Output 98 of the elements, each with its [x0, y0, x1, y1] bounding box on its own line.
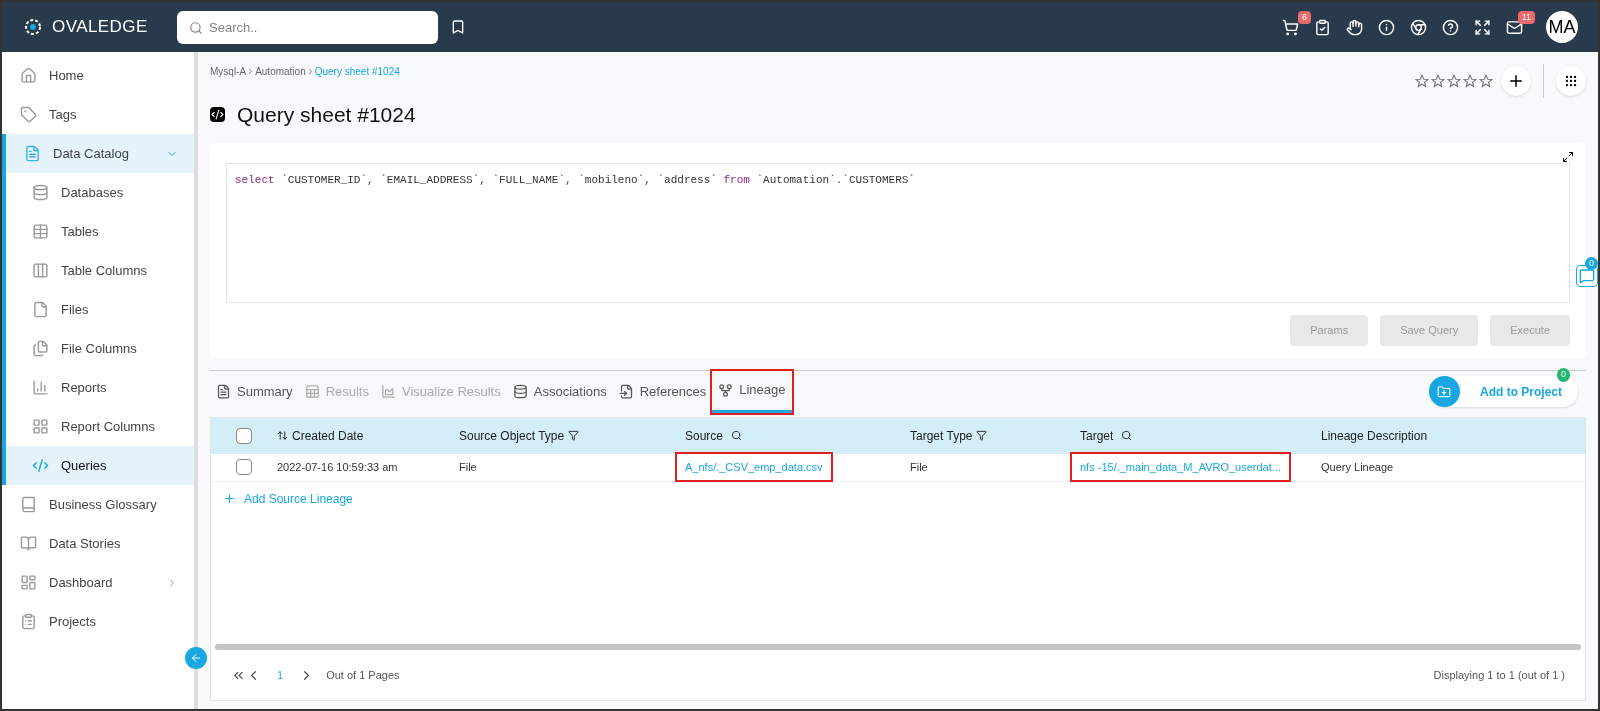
- sidebar-item[interactable]: Files: [6, 290, 194, 329]
- expand-icon[interactable]: [1474, 18, 1491, 36]
- logo-icon: [22, 16, 44, 38]
- comment-badge: 0: [1585, 256, 1598, 270]
- table-cell-text: Query Lineage: [1321, 459, 1394, 475]
- sidebar-item[interactable]: Reports: [6, 368, 194, 407]
- database-icon: [512, 384, 528, 399]
- star-icon: [1463, 74, 1477, 88]
- chart-icon: [381, 384, 396, 399]
- column-header: Source: [685, 427, 724, 445]
- search-field[interactable]: Search..: [177, 10, 438, 44]
- hand-icon[interactable]: [1346, 18, 1363, 36]
- query-icon: [210, 107, 225, 123]
- results-icon: [304, 384, 320, 399]
- bookmark-icon[interactable]: [450, 19, 466, 35]
- stories-icon: [20, 535, 37, 552]
- tab[interactable]: Lineage: [712, 370, 792, 413]
- apps-button[interactable]: [1556, 66, 1586, 96]
- browser-icon[interactable]: [1410, 18, 1427, 36]
- query-editor[interactable]: select `CUSTOMER_ID`, `EMAIL_ADDRESS`, `FULL_NAME`, `mobileno`, `address` from `Automation`.`CUSTOMERS`: [226, 162, 1570, 303]
- folder-plus-icon: [1429, 376, 1460, 407]
- sidebar-item[interactable]: Queries: [6, 446, 194, 485]
- mail-icon[interactable]: [1506, 18, 1523, 36]
- column-header: Target: [1080, 427, 1114, 445]
- column-header: Created Date: [292, 427, 364, 445]
- column-header: Source Object Type: [459, 427, 565, 445]
- table-icon: [32, 223, 49, 240]
- sidebar-item[interactable]: Data Catalog: [6, 134, 194, 173]
- cart-icon[interactable]: [1282, 18, 1299, 36]
- info-icon[interactable]: [1378, 18, 1395, 36]
- columns-icon: [32, 262, 49, 279]
- grid-icon: [1564, 74, 1578, 88]
- table-cell-text: File: [910, 459, 928, 475]
- select-all-checkbox[interactable]: [236, 427, 252, 444]
- database-icon: [32, 184, 49, 201]
- dashboard-icon: [20, 574, 37, 591]
- sidebar-item[interactable]: File Columns: [6, 329, 194, 368]
- search-icon[interactable]: [731, 430, 743, 441]
- filter-icon[interactable]: [976, 430, 988, 441]
- sidebar-item[interactable]: Tables: [6, 212, 194, 251]
- reportcols-icon: [32, 418, 49, 435]
- query-icon: [32, 457, 49, 474]
- project-badge: 0: [1557, 368, 1570, 382]
- star-icon: [1415, 74, 1429, 88]
- sidebar-item[interactable]: Report Columns: [6, 407, 194, 446]
- page-title: Query sheet #1024: [237, 102, 416, 128]
- table-cell-text: 2022-07-16 10:59:33 am: [277, 459, 398, 475]
- help-icon[interactable]: [1442, 18, 1459, 36]
- add-button[interactable]: [1501, 66, 1531, 96]
- plus-icon: [1507, 72, 1525, 90]
- report-icon: [32, 379, 49, 396]
- sidebar-item[interactable]: Projects: [2, 602, 194, 641]
- column-header: Target Type: [910, 427, 973, 445]
- book-icon: [20, 496, 37, 513]
- star-icon: [1479, 74, 1493, 88]
- column-header: Lineage Description: [1321, 427, 1428, 445]
- sidebar-item[interactable]: Table Columns: [6, 251, 194, 290]
- sidebar-item[interactable]: Data Stories: [2, 524, 194, 563]
- search-icon[interactable]: [1121, 430, 1133, 441]
- file-icon: [32, 301, 49, 318]
- catalog-icon: [24, 145, 41, 162]
- plus-icon: [223, 492, 236, 505]
- logo-text: OVALEDGE: [52, 16, 148, 39]
- tag-icon: [20, 106, 37, 123]
- expand-icon[interactable]: [1562, 150, 1574, 163]
- files-icon: [32, 340, 49, 357]
- display-count: Displaying 1 to 1 (out of 1 ): [1433, 667, 1565, 683]
- sidebar-item[interactable]: Home: [2, 56, 194, 95]
- collapse-button[interactable]: [185, 647, 207, 669]
- home-icon: [20, 67, 37, 84]
- breadcrumb-link[interactable]: Automation: [255, 64, 306, 79]
- sidebar-item[interactable]: Tags: [2, 95, 194, 134]
- summary-icon: [216, 384, 231, 399]
- references-icon: [618, 384, 634, 399]
- tab[interactable]: References: [612, 370, 713, 413]
- search-icon: [189, 20, 203, 35]
- star-rating[interactable]: [1415, 74, 1493, 88]
- star-icon: [1431, 74, 1445, 88]
- tab[interactable]: Summary: [210, 370, 299, 413]
- arrow-left-icon: [190, 652, 202, 664]
- breadcrumb-link[interactable]: Mysql-A: [210, 64, 247, 79]
- cart-badge: 6: [1298, 10, 1311, 24]
- lineage-icon: [718, 382, 734, 398]
- row-checkbox[interactable]: [236, 459, 252, 475]
- tab[interactable]: Associations: [506, 370, 613, 413]
- avatar[interactable]: MA: [1546, 11, 1578, 43]
- sidebar-item[interactable]: Dashboard: [2, 563, 194, 602]
- page-count: Out of 1 Pages: [326, 667, 400, 683]
- comment-icon[interactable]: [1576, 264, 1598, 287]
- filter-icon[interactable]: [568, 430, 580, 441]
- table-cell-text: File: [459, 459, 477, 475]
- sidebar-item[interactable]: Business Glossary: [2, 485, 194, 524]
- sort-icon[interactable]: [277, 430, 288, 441]
- mail-badge: 11: [1517, 10, 1535, 24]
- sidebar-item[interactable]: Databases: [6, 173, 194, 212]
- star-icon: [1447, 74, 1461, 88]
- projects-icon: [20, 613, 37, 630]
- clipboard-icon[interactable]: [1314, 18, 1331, 36]
